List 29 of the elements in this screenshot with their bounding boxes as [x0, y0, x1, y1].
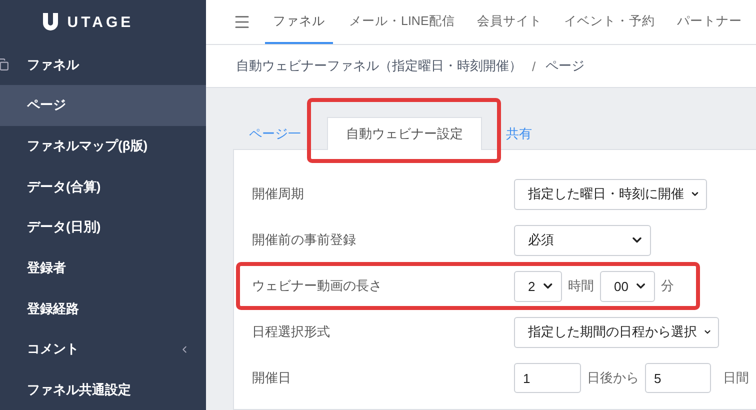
- nav-tab[interactable]: イベント・予約: [556, 0, 663, 44]
- select-field[interactable]: 00: [600, 270, 655, 302]
- breadcrumb-separator: /: [532, 58, 536, 74]
- logo-text: UTAGE: [67, 14, 134, 31]
- logo-icon: [42, 12, 60, 32]
- field-label: 開催周期: [252, 185, 305, 203]
- field-label: 日程選択形式: [252, 323, 331, 341]
- select-field[interactable]: 指定した期間の日程から選択: [514, 316, 719, 348]
- breadcrumb-item: ページ: [546, 57, 585, 75]
- unit-label: 時間: [568, 277, 594, 295]
- input-field[interactable]: 1: [514, 363, 581, 393]
- breadcrumb-item[interactable]: 自動ウェビナーファネル（指定曜日・時刻開催）: [236, 57, 522, 75]
- nav-tab[interactable]: メール・LINE配信: [341, 0, 463, 44]
- unit-label: 日間: [723, 369, 749, 387]
- field-label: 開催前の事前登録: [252, 231, 357, 249]
- field-label: ウェビナー動画の長さ: [252, 277, 383, 295]
- field-label: 開催日: [252, 369, 292, 387]
- input-field[interactable]: 5: [645, 363, 711, 393]
- copy-icon: [0, 58, 9, 72]
- unit-label: 分: [661, 277, 674, 295]
- select-field[interactable]: 2: [514, 270, 562, 302]
- select-field[interactable]: 必須: [514, 224, 651, 256]
- nav-tab[interactable]: パートナー: [668, 0, 750, 44]
- unit-label: 日後から: [587, 369, 639, 387]
- sidebar-item[interactable]: ページ: [0, 85, 206, 126]
- tab[interactable]: 自動ウェビナー設定: [327, 117, 482, 150]
- menu-icon[interactable]: [233, 13, 251, 31]
- select-field[interactable]: 指定した曜日・時刻に開催: [514, 178, 707, 210]
- nav-tab[interactable]: 会員サイト: [468, 0, 550, 44]
